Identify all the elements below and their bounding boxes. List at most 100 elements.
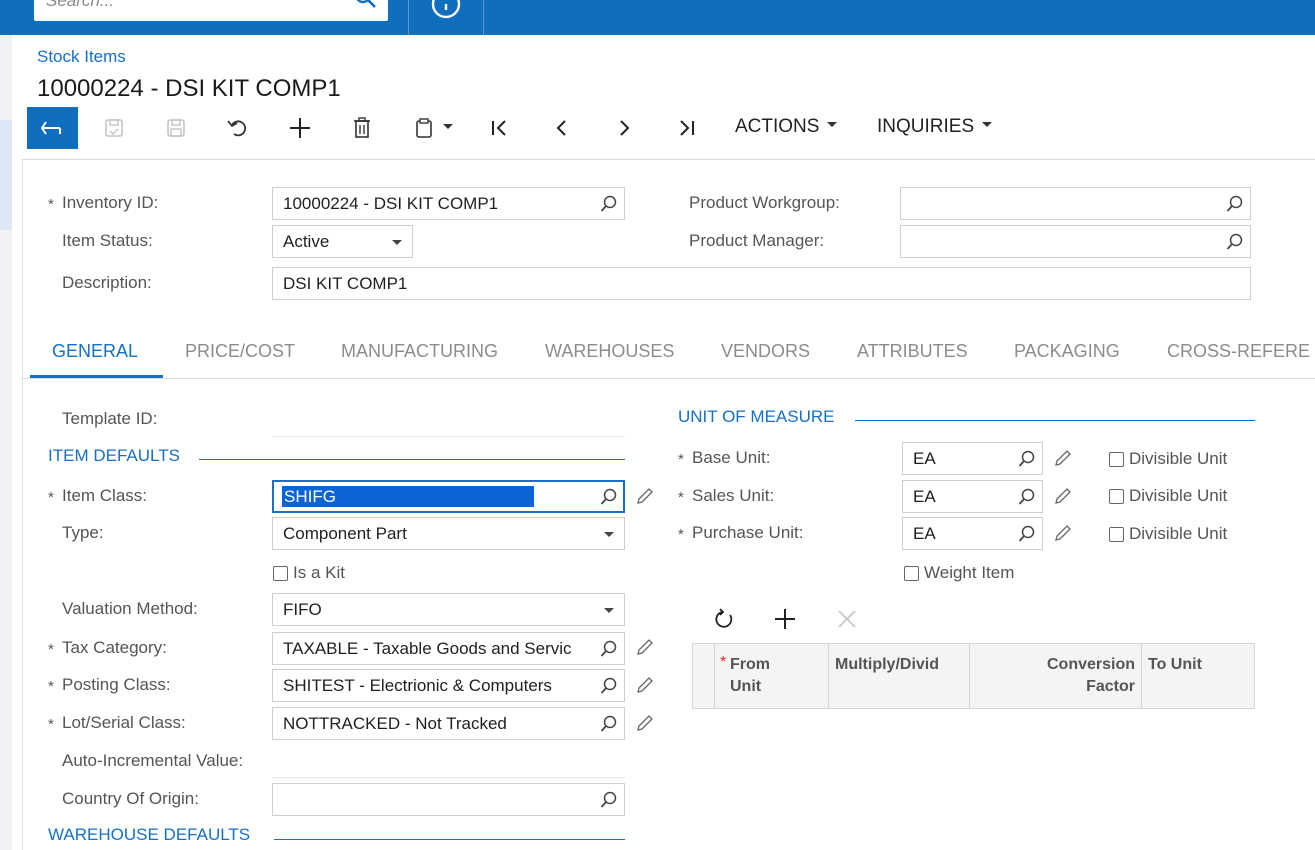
item-class-field[interactable]: SHIFG xyxy=(272,480,625,513)
purchase-unit-label: Purchase Unit: xyxy=(692,523,804,542)
clipboard-button[interactable] xyxy=(407,107,459,149)
description-field[interactable]: DSI KIT COMP1 xyxy=(272,267,1251,300)
last-record-button[interactable] xyxy=(665,107,707,149)
checkbox-box[interactable] xyxy=(1109,488,1124,504)
purchase-divisible-unit-checkbox[interactable]: Divisible Unit xyxy=(1109,524,1227,544)
delete-button[interactable] xyxy=(341,107,383,149)
is-kit-checkbox[interactable]: Is a Kit xyxy=(273,563,345,583)
weight-item-checkbox[interactable]: Weight Item xyxy=(904,563,1014,583)
template-id-label: Template ID: xyxy=(62,409,158,428)
grid-header-multiply-divide[interactable]: Multiply/Divid xyxy=(829,644,970,708)
required-marker: * xyxy=(48,196,54,213)
section-divider xyxy=(274,839,625,840)
sales-unit-field[interactable]: EA xyxy=(902,480,1043,513)
toolbar: ACTIONS INQUIRIES xyxy=(27,107,1027,149)
edit-pencil-icon[interactable] xyxy=(1053,523,1073,548)
next-record-button[interactable] xyxy=(603,107,645,149)
grid-header-conversion-factor[interactable]: Conversion Factor xyxy=(970,644,1142,708)
tab-cross-reference[interactable]: CROSS-REFERE xyxy=(1167,341,1310,362)
tab-packaging[interactable]: PACKAGING xyxy=(1014,341,1120,362)
checkbox-box[interactable] xyxy=(904,565,919,581)
auto-incremental-underline xyxy=(272,777,625,778)
grid-header-to-unit[interactable]: To Unit xyxy=(1142,644,1254,708)
previous-record-button[interactable] xyxy=(541,107,583,149)
country-of-origin-field[interactable] xyxy=(272,783,625,816)
edit-pencil-icon[interactable] xyxy=(635,637,655,662)
search-icon[interactable] xyxy=(600,677,618,700)
undo-button[interactable] xyxy=(217,107,259,149)
breadcrumb[interactable]: Stock Items xyxy=(37,47,126,67)
delete-row-button[interactable] xyxy=(836,608,858,635)
search-placeholder: Search... xyxy=(46,0,115,10)
inventory-id-field[interactable]: 10000224 - DSI KIT COMP1 xyxy=(272,187,625,220)
lot-serial-class-label: Lot/Serial Class: xyxy=(62,713,186,732)
save-close-button[interactable] xyxy=(93,107,135,149)
chevron-down-icon xyxy=(982,122,993,128)
checkbox-box[interactable] xyxy=(273,565,288,581)
last-icon xyxy=(680,120,694,136)
is-kit-label: Is a Kit xyxy=(293,563,345,582)
base-unit-label: Base Unit: xyxy=(692,448,771,467)
add-button[interactable] xyxy=(279,107,321,149)
search-icon[interactable] xyxy=(600,791,618,814)
base-divisible-unit-checkbox[interactable]: Divisible Unit xyxy=(1109,449,1227,469)
tab-warehouses[interactable]: WAREHOUSES xyxy=(545,341,674,362)
grid-header-from-unit[interactable]: * From Unit xyxy=(715,644,829,708)
actions-menu[interactable]: ACTIONS xyxy=(735,116,838,138)
search-icon[interactable] xyxy=(354,0,378,15)
search-icon[interactable] xyxy=(600,488,618,511)
tab-bar: GENERAL PRICE/COST MANUFACTURING WAREHOU… xyxy=(30,333,1315,379)
item-status-select[interactable]: Active xyxy=(272,225,413,258)
checkbox-box[interactable] xyxy=(1109,526,1124,542)
sales-unit-label: Sales Unit: xyxy=(692,486,775,505)
search-icon[interactable] xyxy=(1226,233,1244,256)
template-id-underline xyxy=(272,436,625,437)
search-icon[interactable] xyxy=(600,640,618,663)
checkbox-box[interactable] xyxy=(1109,451,1124,467)
lot-serial-class-field[interactable]: NOTTRACKED - Not Tracked xyxy=(272,707,625,740)
save-button[interactable] xyxy=(155,107,197,149)
purchase-unit-field[interactable]: EA xyxy=(902,517,1043,550)
add-row-button[interactable] xyxy=(773,607,797,636)
sales-divisible-unit-checkbox[interactable]: Divisible Unit xyxy=(1109,486,1227,506)
divisible-unit-label: Divisible Unit xyxy=(1129,449,1228,468)
topbar-separator xyxy=(483,0,484,35)
search-icon[interactable] xyxy=(1018,450,1036,473)
valuation-method-select[interactable]: FIFO xyxy=(272,593,625,626)
search-icon[interactable] xyxy=(1018,488,1036,511)
search-icon[interactable] xyxy=(1018,525,1036,548)
edit-pencil-icon[interactable] xyxy=(635,486,655,511)
product-workgroup-field[interactable] xyxy=(900,187,1251,220)
inquiries-menu[interactable]: INQUIRIES xyxy=(877,116,993,138)
base-unit-field[interactable]: EA xyxy=(902,442,1043,475)
tab-general[interactable]: GENERAL xyxy=(52,341,138,362)
edit-pencil-icon[interactable] xyxy=(635,713,655,738)
edit-pencil-icon[interactable] xyxy=(1053,486,1073,511)
search-icon[interactable] xyxy=(600,195,618,218)
edit-pencil-icon[interactable] xyxy=(635,675,655,700)
refresh-button[interactable] xyxy=(712,607,736,636)
posting-class-field[interactable]: SHITEST - Electrionic & Computers xyxy=(272,669,625,702)
type-select[interactable]: Component Part xyxy=(272,517,625,550)
search-icon[interactable] xyxy=(600,715,618,738)
edit-pencil-icon[interactable] xyxy=(1053,448,1073,473)
search-icon[interactable] xyxy=(1226,195,1244,218)
item-class-value: SHIFG xyxy=(284,487,336,506)
tab-manufacturing[interactable]: MANUFACTURING xyxy=(341,341,498,362)
product-manager-field[interactable] xyxy=(900,225,1251,258)
tab-vendors[interactable]: VENDORS xyxy=(721,341,810,362)
add-icon xyxy=(290,118,310,138)
left-gutter xyxy=(0,35,12,850)
required-marker: * xyxy=(678,451,684,468)
section-divider xyxy=(855,420,1255,421)
tab-price-cost[interactable]: PRICE/COST xyxy=(185,341,295,362)
first-record-button[interactable] xyxy=(479,107,521,149)
global-search-input[interactable]: Search... xyxy=(34,0,388,21)
back-button[interactable] xyxy=(27,107,78,149)
multiply-divide-header: Multiply/Divid xyxy=(835,656,939,673)
page-title: 10000224 - DSI KIT COMP1 xyxy=(37,75,341,102)
tax-category-field[interactable]: TAXABLE - Taxable Goods and Servic xyxy=(272,632,625,665)
tax-category-value: TAXABLE - Taxable Goods and Servic xyxy=(283,639,572,658)
tab-attributes[interactable]: ATTRIBUTES xyxy=(857,341,968,362)
clock-icon[interactable] xyxy=(430,0,462,25)
